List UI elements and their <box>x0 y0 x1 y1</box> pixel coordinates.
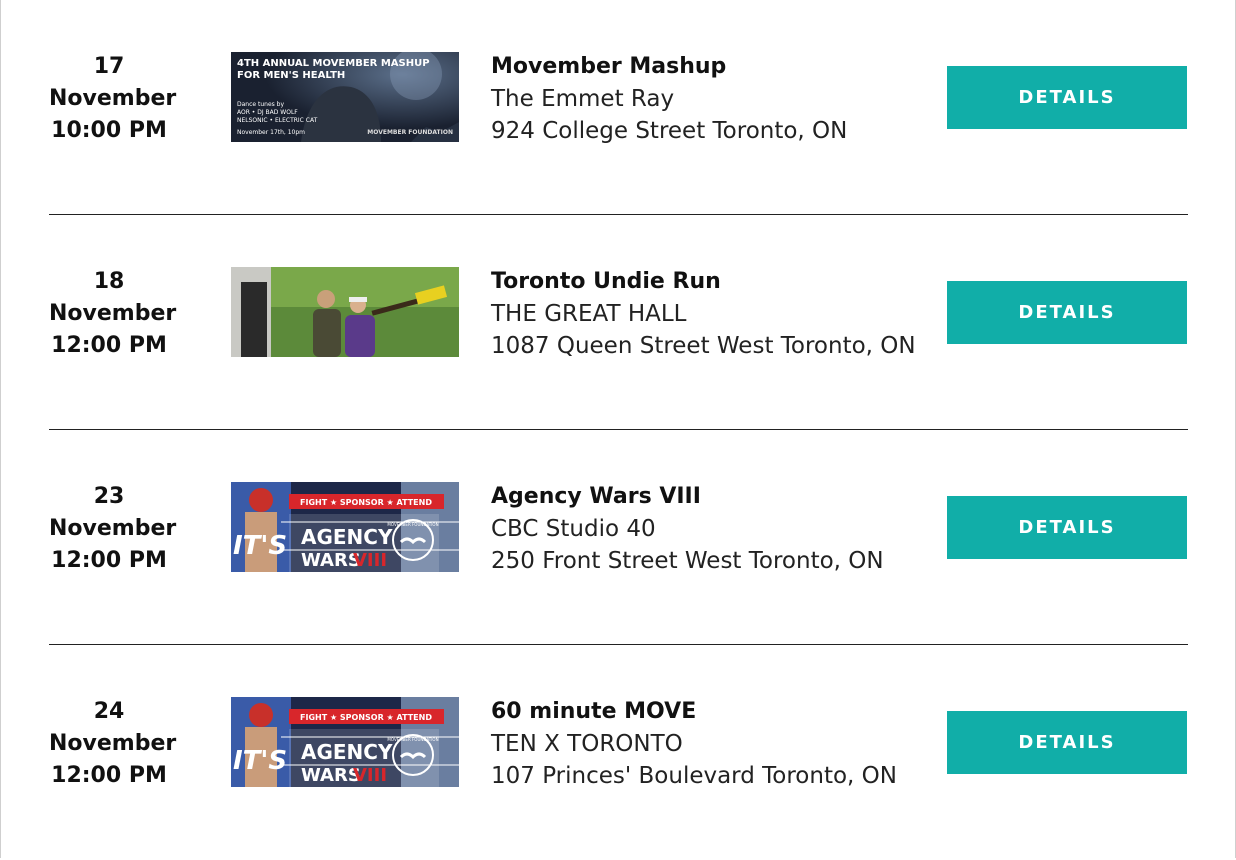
event-address: 924 College Street Toronto, ON <box>491 118 848 144</box>
event-address: 250 Front Street West Toronto, ON <box>491 548 884 574</box>
details-button[interactable]: DETAILS <box>947 281 1187 344</box>
event-time: 12:00 PM <box>51 333 167 358</box>
event-date: 24 November 12:00 PM <box>49 696 177 792</box>
event-venue: CBC Studio 40 <box>491 516 656 542</box>
event-row: 18 November 12:00 PM Toronto Undie Run T… <box>49 215 1188 430</box>
event-day: 24 <box>93 699 125 724</box>
event-title[interactable]: Toronto Undie Run <box>491 266 916 298</box>
event-month: November <box>49 301 177 326</box>
event-month: November <box>49 731 177 756</box>
poster-line3: Dance tunes by <box>237 101 284 108</box>
event-info: 60 minute MOVE TEN X TORONTO 107 Princes… <box>491 696 897 792</box>
poster-line5: NELSONIC • ELECTRIC CAT <box>237 117 318 124</box>
event-image-movember-mashup[interactable]: 4TH ANNUAL MOVEMBER MASHUP FOR MEN'S HEA… <box>231 52 459 142</box>
poster-title2: WARS <box>301 765 361 786</box>
event-title[interactable]: Movember Mashup <box>491 51 847 83</box>
event-info: Agency Wars VIII CBC Studio 40 250 Front… <box>491 481 884 577</box>
poster-title1: AGENCY <box>301 740 393 764</box>
poster-line4: AOR • DJ BAD WOLF <box>237 109 298 116</box>
event-venue: The Emmet Ray <box>491 86 675 112</box>
event-venue: THE GREAT HALL <box>491 301 687 327</box>
event-day: 18 <box>93 269 125 294</box>
poster-title3: VIII <box>353 765 387 786</box>
event-month: November <box>49 516 177 541</box>
poster-title1: AGENCY <box>301 525 393 549</box>
poster-title2: WARS <box>301 550 361 571</box>
details-button[interactable]: DETAILS <box>947 66 1187 129</box>
event-info: Toronto Undie Run THE GREAT HALL 1087 Qu… <box>491 266 916 362</box>
event-time: 12:00 PM <box>51 763 167 788</box>
event-image-agency-wars[interactable]: FIGHT ★ SPONSOR ★ ATTEND IT'S AGENCY WAR… <box>231 482 459 572</box>
event-date: 23 November 12:00 PM <box>49 481 177 577</box>
event-date: 18 November 12:00 PM <box>49 266 177 362</box>
event-info: Movember Mashup The Emmet Ray 924 Colleg… <box>491 51 847 147</box>
details-button[interactable]: DETAILS <box>947 496 1187 559</box>
event-row: 23 November 12:00 PM FIGHT ★ SPONSOR ★ A… <box>49 430 1188 645</box>
event-row: 24 November 12:00 PM FIGHT ★ SPONSOR ★ A… <box>49 645 1188 860</box>
poster-line1: 4TH ANNUAL MOVEMBER MASHUP <box>237 58 430 69</box>
event-day: 17 <box>93 54 125 79</box>
event-day: 23 <box>93 484 125 509</box>
event-address: 107 Princes' Boulevard Toronto, ON <box>491 763 897 789</box>
poster-logo: MOVEMBER FOUNDATION <box>367 129 453 136</box>
event-list: 17 November 10:00 PM 4TH ANNUAL MOVEMBER… <box>1 0 1236 858</box>
details-button[interactable]: DETAILS <box>947 711 1187 774</box>
poster-banner: FIGHT ★ SPONSOR ★ ATTEND <box>300 713 432 722</box>
event-time: 10:00 PM <box>51 118 167 143</box>
poster-its: IT'S <box>233 531 287 561</box>
event-venue: TEN X TORONTO <box>491 731 683 757</box>
event-address: 1087 Queen Street West Toronto, ON <box>491 333 916 359</box>
event-image-agency-wars[interactable]: FIGHT ★ SPONSOR ★ ATTEND IT'S AGENCY WAR… <box>231 697 459 787</box>
poster-title3: VIII <box>353 550 387 571</box>
event-title[interactable]: 60 minute MOVE <box>491 696 897 728</box>
event-image-undie-run[interactable] <box>231 267 459 357</box>
poster-logo: MOVEMBER FOUNDATION <box>387 522 438 527</box>
event-date: 17 November 10:00 PM <box>49 51 177 147</box>
poster-its: IT'S <box>233 746 287 776</box>
poster-banner: FIGHT ★ SPONSOR ★ ATTEND <box>300 498 432 507</box>
poster-line6: November 17th, 10pm <box>237 129 305 136</box>
event-month: November <box>49 86 177 111</box>
poster-line2: FOR MEN'S HEALTH <box>237 70 345 81</box>
event-time: 12:00 PM <box>51 548 167 573</box>
poster-logo: MOVEMBER FOUNDATION <box>387 737 438 742</box>
event-title[interactable]: Agency Wars VIII <box>491 481 884 513</box>
event-row: 17 November 10:00 PM 4TH ANNUAL MOVEMBER… <box>49 0 1188 215</box>
